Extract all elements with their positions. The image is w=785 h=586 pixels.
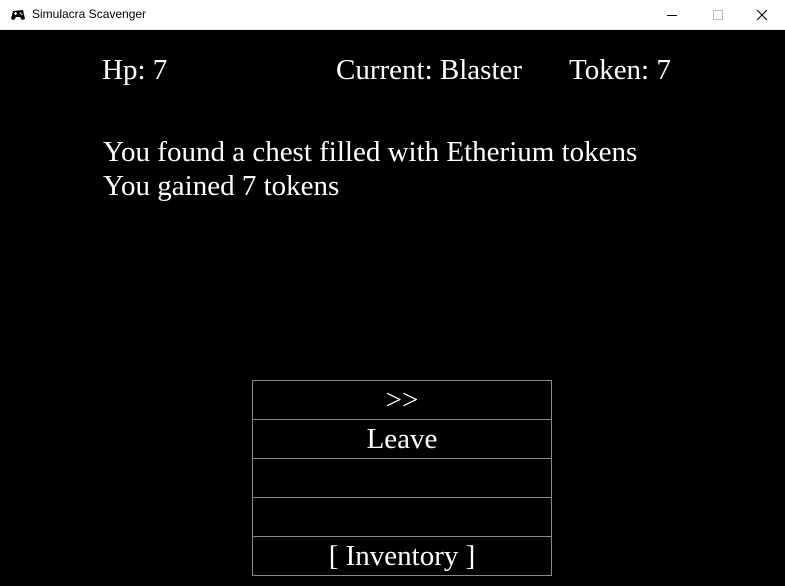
maximize-icon xyxy=(713,10,723,20)
action-menu: >> Leave [ Inventory ] xyxy=(252,380,552,576)
empty-option-button[interactable] xyxy=(252,497,552,537)
close-icon xyxy=(756,9,768,21)
game-controller-icon xyxy=(11,10,25,20)
message-line: You found a chest filled with Etherium t… xyxy=(103,136,638,168)
close-button[interactable] xyxy=(739,0,785,30)
message-line: You gained 7 tokens xyxy=(103,170,340,202)
minimize-button[interactable] xyxy=(649,0,695,30)
window-title: Simulacra Scavenger xyxy=(32,7,147,21)
empty-option-button[interactable] xyxy=(252,458,552,498)
maximize-button[interactable] xyxy=(695,0,741,30)
hp-display: Hp: 7 xyxy=(102,54,168,86)
game-screen: Hp: 7 Current: Blaster Token: 7 You foun… xyxy=(0,30,785,586)
minimize-icon xyxy=(667,15,677,16)
token-display: Token: 7 xyxy=(569,54,671,86)
title-bar: Simulacra Scavenger xyxy=(0,0,785,30)
current-weapon-display: Current: Blaster xyxy=(336,54,523,86)
leave-button[interactable]: Leave xyxy=(252,419,552,459)
inventory-button[interactable]: [ Inventory ] xyxy=(252,536,552,576)
continue-button[interactable]: >> xyxy=(252,380,552,420)
